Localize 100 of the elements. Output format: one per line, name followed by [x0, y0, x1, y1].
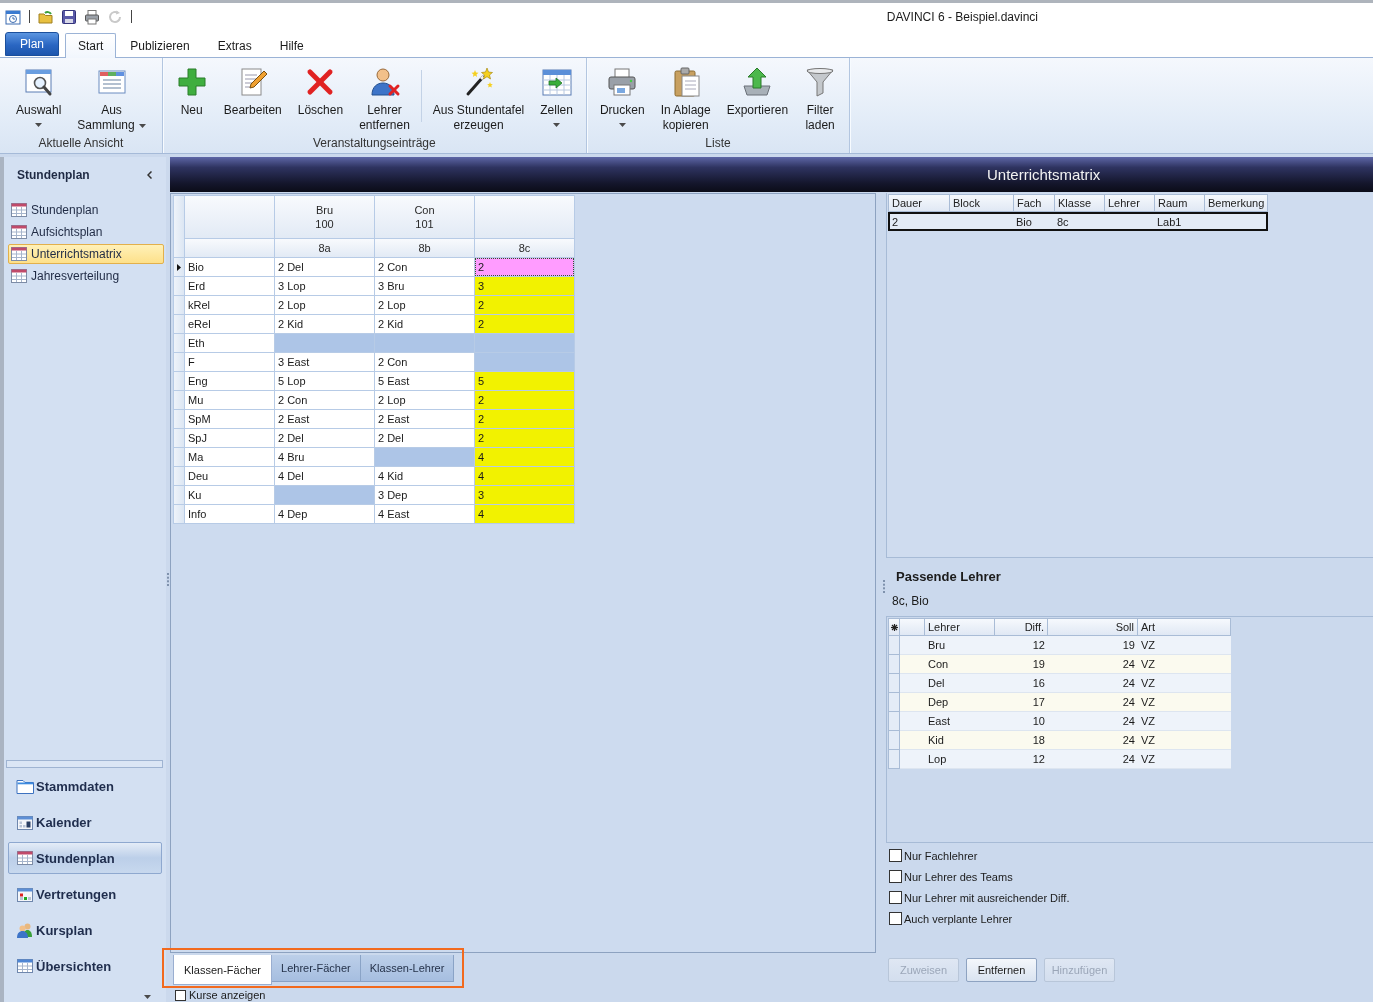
- table-cell[interactable]: 2 East: [275, 410, 374, 428]
- table-row[interactable]: Dep 17 24 VZ: [888, 693, 1231, 712]
- table-cell[interactable]: 2: [475, 258, 574, 276]
- table-cell[interactable]: 4: [475, 505, 574, 523]
- nav-button[interactable]: Stundenplan: [8, 842, 162, 874]
- column-header: Lehrer: [1105, 194, 1155, 212]
- sidebar-item[interactable]: Aufsichtsplan: [8, 222, 164, 242]
- chevron-left-icon[interactable]: [147, 171, 152, 179]
- table-row[interactable]: Del 16 24 VZ: [888, 674, 1231, 693]
- ribbon-button[interactable]: Neu: [167, 58, 216, 136]
- funnel-icon: [804, 66, 837, 98]
- table-row[interactable]: East 10 24 VZ: [888, 712, 1231, 731]
- sidebar-item[interactable]: Stundenplan: [8, 200, 164, 220]
- table-cell[interactable]: [275, 486, 374, 504]
- ribbon-button[interactable]: Drucken: [591, 58, 653, 136]
- column-header: Raum: [1155, 194, 1205, 212]
- table-cell[interactable]: 2 Lop: [375, 296, 474, 314]
- table-cell[interactable]: 2: [475, 429, 574, 447]
- checkbox[interactable]: [889, 912, 902, 925]
- printer-icon[interactable]: [84, 8, 100, 25]
- table-cell[interactable]: 3 Lop: [275, 277, 374, 295]
- table-cell[interactable]: 2 Con: [275, 391, 374, 409]
- table-cell[interactable]: [375, 334, 474, 352]
- table-cell-text: 8c: [1056, 215, 1070, 228]
- ribbon-tab[interactable]: Publizieren: [116, 33, 204, 57]
- table-cell[interactable]: 3: [475, 277, 574, 295]
- checkbox[interactable]: [889, 870, 902, 883]
- table-cell[interactable]: 2: [475, 315, 574, 333]
- table-cell[interactable]: 4 Del: [275, 467, 374, 485]
- ribbon-button[interactable]: Auswahl: [8, 58, 70, 136]
- table-cell[interactable]: 4 Bru: [275, 448, 374, 466]
- table-cell[interactable]: [275, 334, 374, 352]
- table-cell[interactable]: 2: [475, 410, 574, 428]
- checkbox-label: Nur Lehrer des Teams: [904, 870, 1013, 883]
- table-cell-text: 12: [1031, 638, 1046, 653]
- checkbox[interactable]: [889, 849, 902, 862]
- sidebar-item[interactable]: Unterrichtsmatrix: [8, 244, 164, 264]
- nav-button[interactable]: Übersichten: [8, 950, 162, 982]
- table-cell[interactable]: 4 East: [375, 505, 474, 523]
- table-cell[interactable]: 2 Lop: [275, 296, 374, 314]
- action-button[interactable]: Entfernen: [966, 958, 1037, 982]
- ribbon-button[interactable]: Löschen: [289, 58, 352, 136]
- column-header: 8b: [375, 239, 474, 257]
- table-cell[interactable]: 2 East: [375, 410, 474, 428]
- save-icon[interactable]: [61, 8, 77, 25]
- table-cell[interactable]: 5 East: [375, 372, 474, 390]
- folder-icon[interactable]: [38, 8, 54, 25]
- table-row[interactable]: Kid 18 24 VZ: [888, 731, 1231, 750]
- sidebar-item[interactable]: Jahresverteilung: [8, 266, 164, 286]
- table-cell[interactable]: 2 Del: [275, 429, 374, 447]
- app-menu-button[interactable]: Plan: [5, 32, 59, 56]
- table-cell[interactable]: 3: [475, 486, 574, 504]
- table-cell[interactable]: 4 Dep: [275, 505, 374, 523]
- ribbon-button[interactable]: Aus Sammlung: [69, 58, 154, 136]
- calendar-icon: [16, 814, 34, 830]
- table-cell[interactable]: 2 Con: [375, 353, 474, 371]
- table-cell[interactable]: 5: [475, 372, 574, 390]
- table-cell[interactable]: 4: [475, 448, 574, 466]
- table-row[interactable]: Lop 12 24 VZ: [888, 750, 1231, 769]
- table-cell[interactable]: 3 East: [275, 353, 374, 371]
- nav-button[interactable]: Kursplan: [8, 914, 162, 946]
- table-cell[interactable]: 2 Del: [275, 258, 374, 276]
- ribbon-button[interactable]: In Ablage kopieren: [652, 58, 719, 136]
- splitter-handle[interactable]: [6, 760, 163, 768]
- table-cell[interactable]: 4 Kid: [375, 467, 474, 485]
- table-cell[interactable]: [475, 353, 574, 371]
- table-row[interactable]: 2 Bio 8c Lab1: [888, 212, 1268, 231]
- table-cell[interactable]: 2 Con: [375, 258, 474, 276]
- table-row[interactable]: Con 19 24 VZ: [888, 655, 1231, 674]
- table-cell[interactable]: 2 Kid: [275, 315, 374, 333]
- table-cell[interactable]: 2 Kid: [375, 315, 474, 333]
- ribbon-button[interactable]: Zellen: [532, 58, 581, 136]
- table-cell[interactable]: 5 Lop: [275, 372, 374, 390]
- ribbon-button[interactable]: Exportieren: [718, 58, 797, 136]
- view-tab[interactable]: Lehrer-Fächer: [272, 955, 361, 982]
- nav-button[interactable]: Kalender: [8, 806, 162, 838]
- nav-button[interactable]: Stammdaten: [8, 770, 162, 802]
- ribbon-tab[interactable]: Hilfe: [265, 33, 318, 57]
- ribbon-tab[interactable]: Start: [65, 33, 117, 58]
- table-cell[interactable]: [375, 448, 474, 466]
- table-cell[interactable]: 2 Lop: [375, 391, 474, 409]
- table-cell[interactable]: 4: [475, 467, 574, 485]
- table-cell[interactable]: [475, 334, 574, 352]
- ribbon-button[interactable]: Bearbeiten: [215, 58, 290, 136]
- table-cell[interactable]: 3 Bru: [375, 277, 474, 295]
- checkbox[interactable]: [175, 989, 186, 1001]
- nav-button[interactable]: Vertretungen: [8, 878, 162, 910]
- table-cell[interactable]: 2: [475, 391, 574, 409]
- table-cell[interactable]: 2 Del: [375, 429, 474, 447]
- table-cell[interactable]: 3 Dep: [375, 486, 474, 504]
- table-row[interactable]: Bru 12 19 VZ: [888, 636, 1231, 655]
- ribbon-button[interactable]: Filter laden: [796, 58, 845, 136]
- ribbon-button[interactable]: Lehrer entfernen: [351, 58, 418, 136]
- view-tab[interactable]: Klassen-Lehrer: [360, 955, 455, 982]
- ribbon-tab[interactable]: Extras: [203, 33, 266, 57]
- checkbox[interactable]: [889, 891, 902, 904]
- table-cell[interactable]: 2: [475, 296, 574, 314]
- view-tab[interactable]: Klassen-Fächer: [173, 955, 273, 985]
- ribbon-button[interactable]: Aus Stundentafel erzeugen: [424, 58, 533, 136]
- window-clock-icon[interactable]: [5, 8, 21, 25]
